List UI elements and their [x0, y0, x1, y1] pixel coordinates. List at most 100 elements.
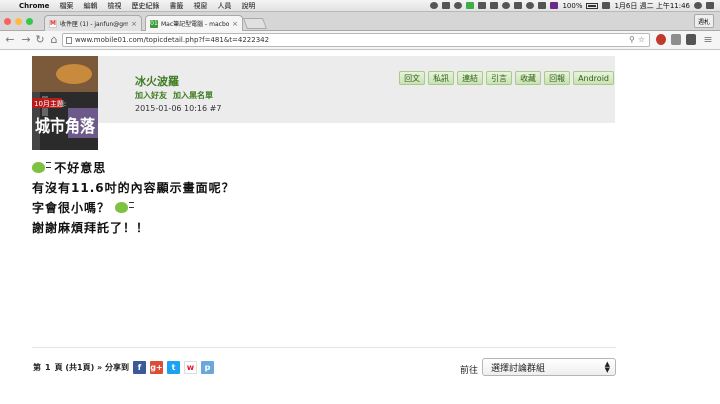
- close-tab-icon[interactable]: ×: [131, 20, 137, 28]
- quote-button[interactable]: 引言: [486, 71, 513, 85]
- plurk-share-icon[interactable]: p: [200, 361, 214, 374]
- address-bar[interactable]: www.mobile01.com/topicdetail.php?f=481&t…: [62, 33, 650, 47]
- tab-strip: M 收件匣 (1) - janfun@gmail.c × 01 Mac筆記型電腦…: [0, 12, 720, 31]
- goto-label: 前往: [460, 366, 479, 376]
- status-box-icon[interactable]: [478, 2, 487, 9]
- post-line: 不好意思: [32, 158, 235, 178]
- page-icon: [66, 37, 72, 44]
- menu-icon[interactable]: ≡: [702, 33, 714, 47]
- facebook-share-icon[interactable]: f: [132, 361, 146, 374]
- private-message-button[interactable]: 私訊: [428, 71, 455, 85]
- author-name[interactable]: 冰火波羅: [135, 73, 179, 89]
- tab-gmail[interactable]: M 收件匣 (1) - janfun@gmail.c ×: [44, 15, 142, 31]
- omnibox-actions: ⚲ ☆: [629, 35, 645, 44]
- link-button[interactable]: 連結: [457, 71, 484, 85]
- tab-title: 收件匣 (1) - janfun@gmail.c: [60, 21, 128, 28]
- menu-bookmarks[interactable]: 書籤: [164, 1, 188, 11]
- menu-window[interactable]: 視窗: [188, 1, 212, 11]
- menu-bar: Chrome 檔案 編輯 檢視 歷史紀錄 書籤 視窗 人員 說明 100% 1月…: [0, 0, 720, 12]
- post-datetime: 2015-01-06 10:16: [135, 104, 208, 113]
- tab-mobile01[interactable]: 01 Mac筆記型電腦 - macbook ×: [145, 15, 243, 31]
- menu-view[interactable]: 檢視: [102, 1, 126, 11]
- airplay-icon[interactable]: [490, 2, 499, 9]
- pagination: 第 1 頁 (共1頁) » 分享到 f g+ t w p: [33, 361, 214, 374]
- post-header: [34, 56, 615, 123]
- post-line: 字會很小嗎？: [32, 198, 235, 218]
- battery-percent: 100%: [562, 1, 583, 10]
- forward-arrow-icon[interactable]: →: [20, 33, 32, 47]
- menu-help[interactable]: 說明: [236, 1, 260, 11]
- url-text[interactable]: www.mobile01.com/topicdetail.php?f=481&t…: [75, 36, 269, 44]
- avatar-image: 10月主題: 城市角落: [32, 56, 98, 150]
- wifi-icon[interactable]: [526, 2, 535, 9]
- spotlight-icon[interactable]: [694, 2, 702, 9]
- green-emoticon-icon: [115, 202, 135, 213]
- post-line: 有沒有11.6吋的內容顯示畫面呢？: [32, 181, 235, 195]
- back-arrow-icon[interactable]: ←: [4, 33, 16, 47]
- menu-history[interactable]: 歷史紀錄: [126, 1, 164, 11]
- profile-button[interactable]: 週札: [694, 14, 714, 28]
- add-friend-link[interactable]: 加入好友: [135, 90, 167, 101]
- close-tab-icon[interactable]: ×: [232, 20, 238, 28]
- zoom-window-button[interactable]: [26, 18, 33, 25]
- status-flag-icon[interactable]: [442, 2, 451, 9]
- avatar-caption-main: 城市角落: [35, 116, 96, 137]
- add-blacklist-link[interactable]: 加入黑名單: [173, 90, 213, 101]
- menu-edit[interactable]: 編輯: [78, 1, 102, 11]
- bookmark-star-icon[interactable]: ☆: [638, 35, 645, 44]
- divider: [32, 347, 616, 348]
- post-line-text: 不好意思: [54, 161, 107, 175]
- menu-people[interactable]: 人員: [212, 1, 236, 11]
- clock[interactable]: 1月6日 週二 上午11:46: [614, 1, 690, 11]
- window-controls: [4, 18, 33, 25]
- page-prefix: 第: [33, 363, 41, 372]
- minimize-window-button[interactable]: [15, 18, 22, 25]
- screen: Chrome 檔案 編輯 檢視 歷史紀錄 書籤 視窗 人員 說明 100% 1月…: [0, 0, 720, 404]
- select-arrows-icon: ▲ ▼: [604, 360, 610, 374]
- new-tab-button[interactable]: [242, 18, 268, 29]
- green-emoticon-icon: [32, 162, 51, 173]
- post-line-text: 字會很小嗎？: [32, 201, 111, 215]
- reload-icon[interactable]: ↻: [34, 33, 46, 47]
- android-button[interactable]: Android: [573, 71, 614, 85]
- post-actions: 回文 私訊 連結 引言 收藏 回報 Android: [399, 71, 614, 85]
- reply-button[interactable]: 回文: [399, 71, 426, 85]
- home-icon[interactable]: ⌂: [48, 33, 60, 47]
- author-links: 加入好友 加入黑名單: [135, 90, 213, 101]
- avatar[interactable]: 10月主題: 城市角落: [32, 56, 98, 150]
- menu-file[interactable]: 檔案: [54, 1, 78, 11]
- yahoo-icon[interactable]: [550, 2, 559, 9]
- avatar-caption-top: 10月主題:: [34, 99, 66, 108]
- twitter-share-icon[interactable]: t: [166, 361, 180, 374]
- status-sync-icon[interactable]: [454, 2, 463, 9]
- browser-toolbar: ← → ↻ ⌂ www.mobile01.com/topicdetail.php…: [0, 31, 720, 50]
- notification-center-icon[interactable]: [706, 2, 714, 9]
- weibo-share-icon[interactable]: w: [183, 361, 197, 374]
- close-window-button[interactable]: [4, 18, 11, 25]
- page-info: 頁 (共1頁) » 分享到: [54, 363, 129, 372]
- post-date: 2015-01-06 10:16 #7: [135, 104, 221, 113]
- adblock-extension-icon[interactable]: [656, 34, 666, 45]
- volume-icon[interactable]: [538, 2, 547, 9]
- page-number[interactable]: 1: [45, 363, 51, 372]
- discussion-group-select[interactable]: 選擇討論群組 ▲ ▼: [482, 358, 616, 376]
- line-icon[interactable]: [466, 2, 475, 9]
- zoom-icon[interactable]: ⚲: [629, 35, 635, 44]
- post-floor: #7: [209, 104, 222, 113]
- favorite-button[interactable]: 收藏: [515, 71, 542, 85]
- menu-app-chrome[interactable]: Chrome: [14, 2, 54, 10]
- battery-icon[interactable]: [586, 2, 599, 9]
- bluetooth-icon[interactable]: [514, 2, 523, 9]
- report-button[interactable]: 回報: [544, 71, 571, 85]
- google-plus-share-icon[interactable]: g+: [149, 361, 163, 374]
- extension-icon[interactable]: [671, 34, 681, 45]
- page-content: 10月主題: 城市角落 冰火波羅 加入好友 加入黑名單 2015-01-06 1…: [0, 51, 720, 404]
- status-area: 100% 1月6日 週二 上午11:46: [430, 1, 720, 11]
- select-value: 選擇討論群組: [491, 363, 546, 374]
- extension-icon[interactable]: [686, 34, 696, 45]
- post-line: 謝謝麻煩拜託了！！: [32, 221, 150, 235]
- mobile01-icon: 01: [150, 19, 158, 28]
- time-machine-icon[interactable]: [502, 2, 511, 9]
- flag-icon[interactable]: [602, 2, 611, 9]
- status-app-icon[interactable]: [430, 2, 439, 9]
